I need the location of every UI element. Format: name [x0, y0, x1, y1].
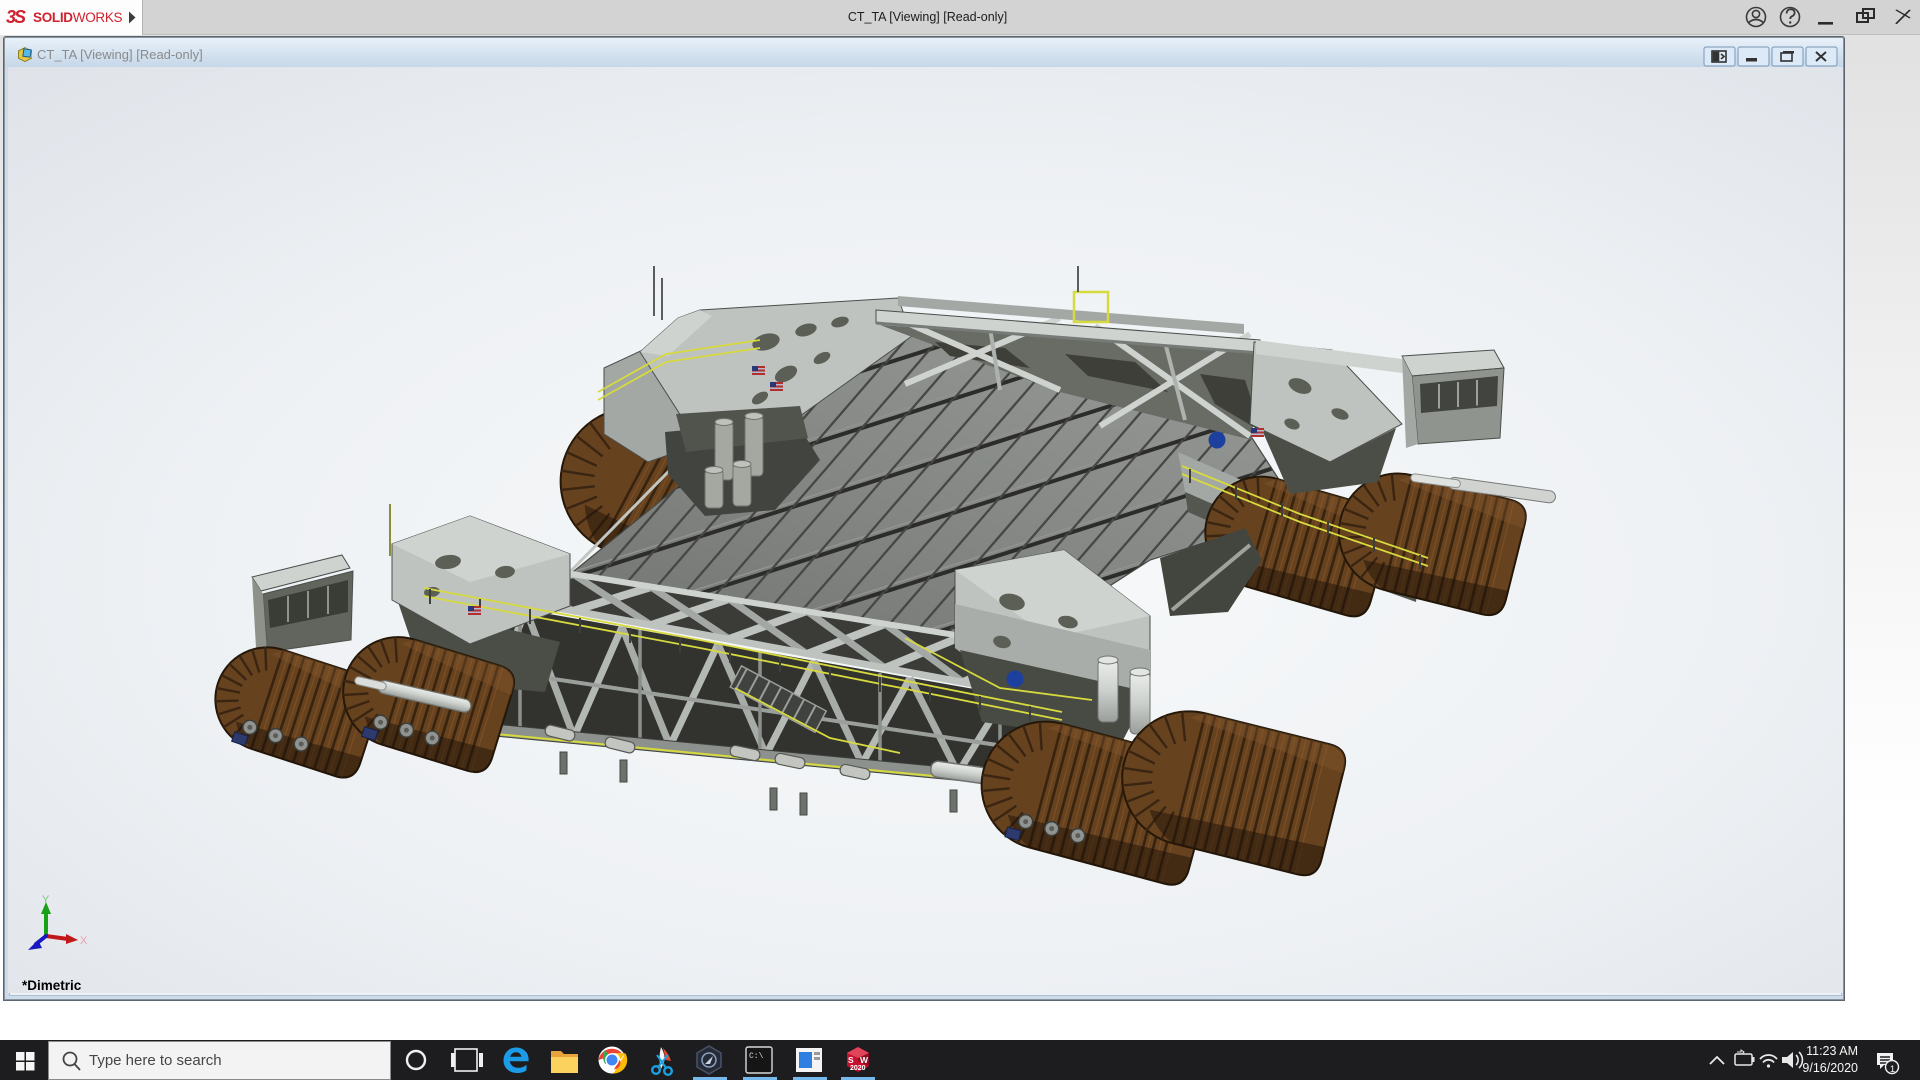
svg-text:C:\: C:\	[749, 1052, 764, 1061]
svg-text:Y: Y	[42, 894, 50, 906]
svg-text:X: X	[80, 935, 88, 947]
svg-text:2020: 2020	[850, 1065, 866, 1072]
svg-text:*Dimetric: *Dimetric	[22, 978, 82, 993]
svg-text:S: S	[848, 1055, 854, 1065]
svg-text:W: W	[860, 1055, 869, 1065]
